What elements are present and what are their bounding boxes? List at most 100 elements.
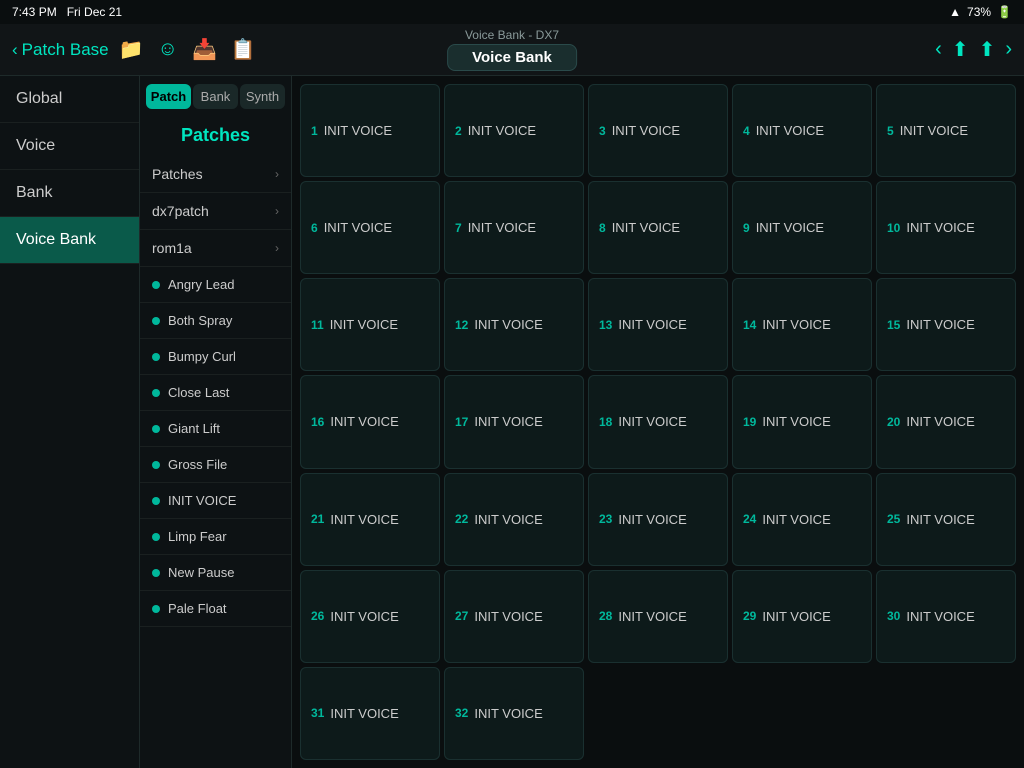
voice-name: INIT VOICE (330, 414, 398, 429)
voice-number: 9 (743, 221, 750, 235)
voice-cell[interactable]: 18INIT VOICE (588, 375, 728, 468)
voice-cell[interactable]: 22 INIT VOICE (444, 473, 584, 566)
patch-list-item[interactable]: Gross File (140, 447, 291, 483)
clipboard-icon[interactable]: 📋 (231, 37, 256, 62)
sidebar-item-voice[interactable]: Voice (0, 123, 139, 170)
voice-name: INIT VOICE (762, 609, 830, 624)
voice-number: 13 (599, 318, 612, 332)
voice-name: INIT VOICE (756, 220, 824, 235)
back-chevron-icon: ‹ (12, 40, 18, 60)
patch-list-item[interactable]: Angry Lead (140, 267, 291, 303)
voice-cell[interactable]: 6INIT VOICE (300, 181, 440, 274)
prev-icon[interactable]: ‹ (935, 38, 942, 61)
patch-dot (152, 281, 160, 289)
tree-item-patches[interactable]: Patches › (140, 156, 291, 193)
voice-cell[interactable]: 16INIT VOICE (300, 375, 440, 468)
voice-cell[interactable]: 19INIT VOICE (732, 375, 872, 468)
back-label: Patch Base (22, 40, 109, 60)
voice-number: 10 (887, 221, 900, 235)
patch-dot (152, 569, 160, 577)
patch-dot (152, 389, 160, 397)
voice-cell[interactable]: 5INIT VOICE (876, 84, 1016, 177)
voice-cell[interactable]: 30INIT VOICE (876, 570, 1016, 663)
inbox-icon[interactable]: 📥 (192, 37, 217, 62)
chevron-right-icon-3: › (275, 241, 279, 255)
voice-cell[interactable]: 17INIT VOICE (444, 375, 584, 468)
voice-cell[interactable]: 21INIT VOICE (300, 473, 440, 566)
patch-item-label: Close Last (168, 385, 229, 400)
voice-cell[interactable]: 4 INIT VOICE (732, 84, 872, 177)
voice-cell[interactable]: 15INIT VOICE (876, 278, 1016, 371)
voice-name: INIT VOICE (906, 609, 974, 624)
voice-cell[interactable]: 26INIT VOICE (300, 570, 440, 663)
voice-name: INIT VOICE (324, 123, 392, 138)
voice-cell[interactable]: 27INIT VOICE (444, 570, 584, 663)
tab-synth[interactable]: Synth (240, 84, 285, 109)
patch-item-label: Gross File (168, 457, 227, 472)
voice-cell[interactable]: 3INIT VOICE (588, 84, 728, 177)
patch-list-item[interactable]: New Pause (140, 555, 291, 591)
voice-cell[interactable]: 24INIT VOICE (732, 473, 872, 566)
voice-cell[interactable]: 12INIT VOICE (444, 278, 584, 371)
voice-cell[interactable]: 14INIT VOICE (732, 278, 872, 371)
voice-cell[interactable]: 10INIT VOICE (876, 181, 1016, 274)
voice-cell[interactable]: 20INIT VOICE (876, 375, 1016, 468)
patch-list-item[interactable]: Pale Float (140, 591, 291, 627)
sidebar: Global Voice Bank Voice Bank (0, 76, 140, 768)
voice-cell[interactable]: 7INIT VOICE (444, 181, 584, 274)
patch-list-item[interactable]: Limp Fear (140, 519, 291, 555)
voice-number: 4 (743, 124, 750, 138)
tree-dx7patch-label: dx7patch (152, 203, 209, 219)
patch-dot (152, 533, 160, 541)
patch-dot (152, 497, 160, 505)
voice-bank-header: Voice Bank - DX7 Voice Bank (447, 28, 577, 71)
sidebar-item-bank[interactable]: Bank (0, 170, 139, 217)
tab-patch[interactable]: Patch (146, 84, 191, 109)
voice-cell[interactable]: 9 INIT VOICE (732, 181, 872, 274)
patch-item-label: Giant Lift (168, 421, 220, 436)
voice-cell[interactable]: 11INIT VOICE (300, 278, 440, 371)
voice-cell[interactable]: 32INIT VOICE (444, 667, 584, 760)
voice-cell[interactable]: 25INIT VOICE (876, 473, 1016, 566)
voice-number: 22 (455, 512, 468, 526)
voice-name: INIT VOICE (756, 123, 824, 138)
voice-name: INIT VOICE (474, 512, 542, 527)
voice-grid: 1INIT VOICE2INIT VOICE3INIT VOICE4INIT V… (292, 76, 1024, 768)
tree-item-dx7patch[interactable]: dx7patch › (140, 193, 291, 230)
voice-cell[interactable]: 2INIT VOICE (444, 84, 584, 177)
folder-icon[interactable]: 📁 (119, 37, 144, 62)
voice-cell[interactable]: 23INIT VOICE (588, 473, 728, 566)
voice-number: 24 (743, 512, 756, 526)
patch-list-item[interactable]: Close Last (140, 375, 291, 411)
voice-cell[interactable]: 8INIT VOICE (588, 181, 728, 274)
voice-cell[interactable]: 29 INIT VOICE (732, 570, 872, 663)
voice-number: 2 (455, 124, 462, 138)
patch-list-item[interactable]: Giant Lift (140, 411, 291, 447)
patch-dot (152, 425, 160, 433)
voice-cell[interactable]: 13INIT VOICE (588, 278, 728, 371)
voice-cell[interactable]: 1INIT VOICE (300, 84, 440, 177)
patch-list-item[interactable]: INIT VOICE (140, 483, 291, 519)
voice-number: 29 (743, 609, 756, 623)
voice-number: 8 (599, 221, 606, 235)
sidebar-item-voice-bank[interactable]: Voice Bank (0, 217, 139, 264)
voice-number: 6 (311, 221, 318, 235)
tab-bank[interactable]: Bank (193, 84, 238, 109)
sidebar-item-global[interactable]: Global (0, 76, 139, 123)
face-icon[interactable]: ☺ (158, 38, 178, 61)
patch-list-item[interactable]: Bumpy Curl (140, 339, 291, 375)
tree-patches-label: Patches (152, 166, 203, 182)
patch-list-item[interactable]: Both Spray (140, 303, 291, 339)
patch-item-label: Bumpy Curl (168, 349, 236, 364)
voice-cell[interactable]: 28INIT VOICE (588, 570, 728, 663)
share-icon[interactable]: ⬆ (952, 37, 969, 62)
tree-item-rom1a[interactable]: rom1a › (140, 230, 291, 267)
sidebar-voice-label: Voice (16, 137, 55, 154)
voice-number: 31 (311, 706, 324, 720)
tree-rom1a-label: rom1a (152, 240, 192, 256)
export-icon[interactable]: ⬆ (979, 37, 996, 62)
next-icon[interactable]: › (1005, 38, 1012, 61)
voice-cell[interactable]: 31INIT VOICE (300, 667, 440, 760)
voice-cell (876, 667, 1016, 760)
back-button[interactable]: ‹ Patch Base (12, 40, 109, 60)
